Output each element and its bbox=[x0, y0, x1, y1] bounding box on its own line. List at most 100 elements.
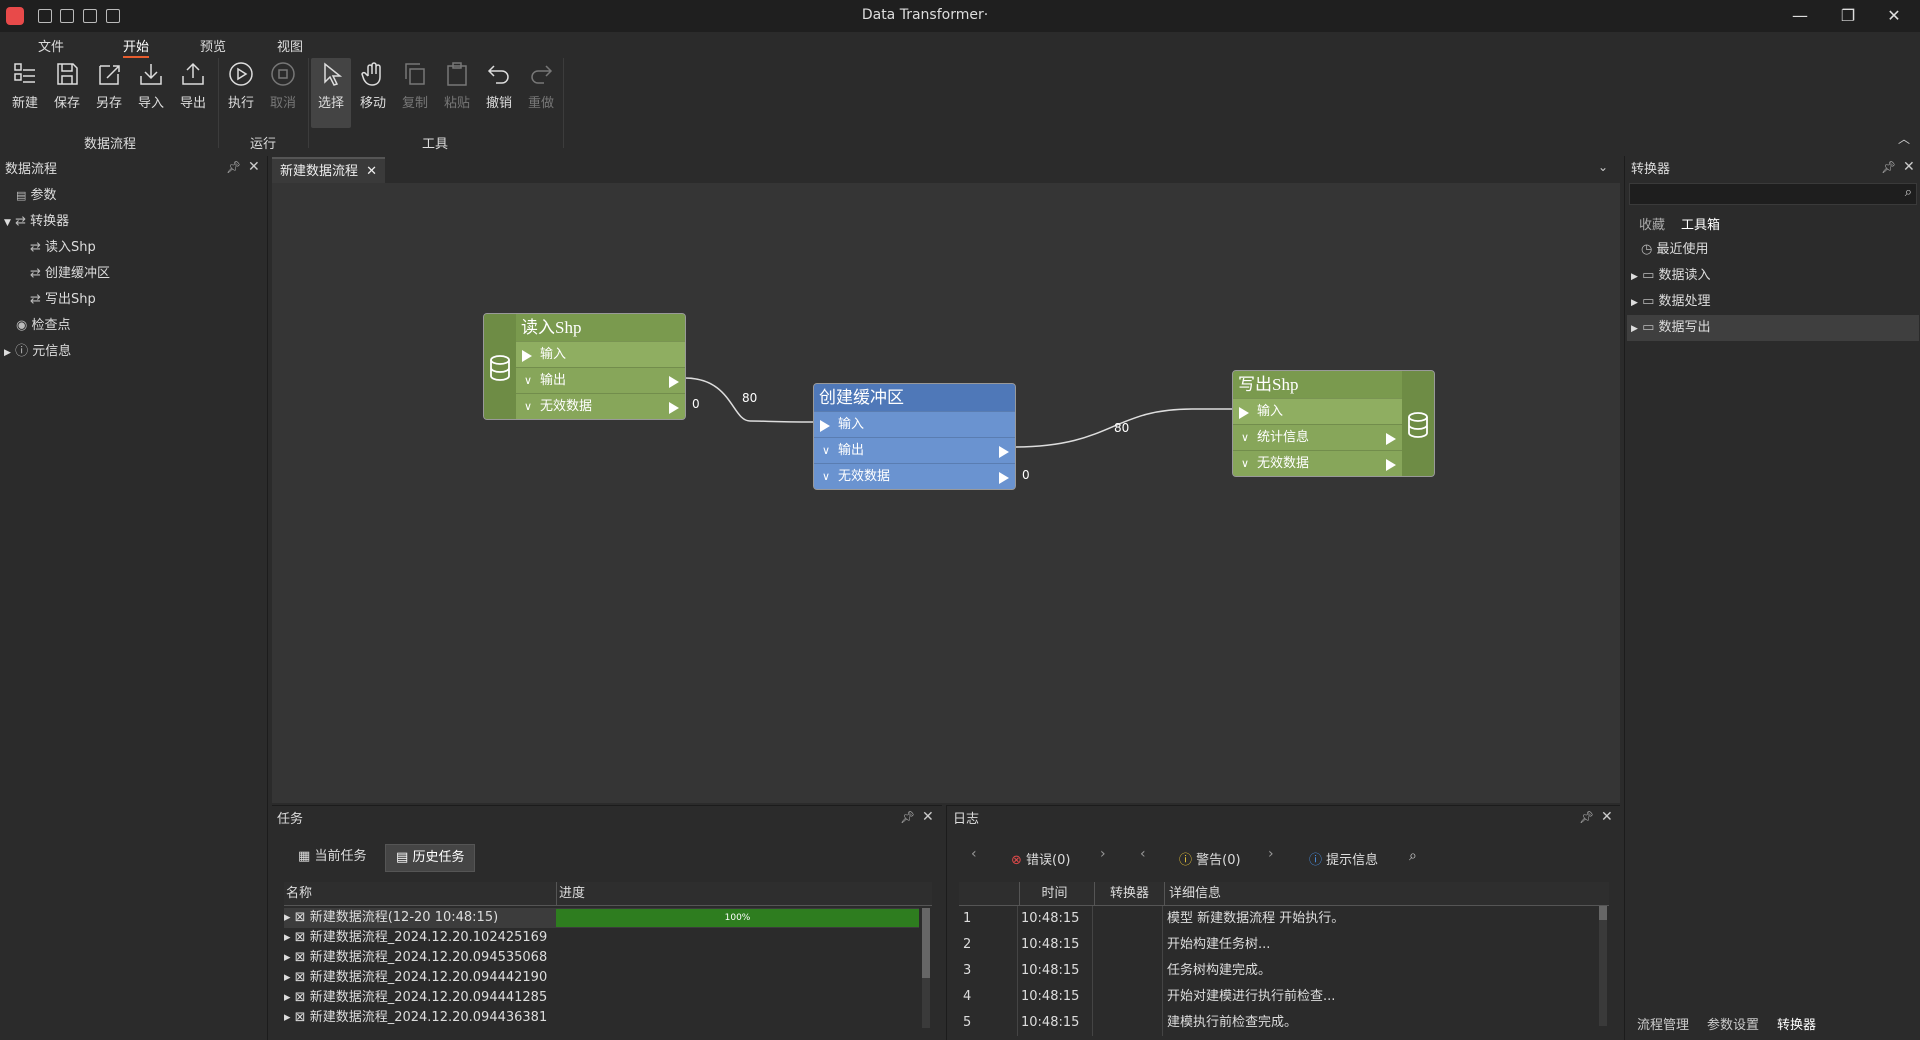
expand-icon[interactable]: ▸ bbox=[284, 990, 291, 1005]
tab-current-task[interactable]: ▦ 当前任务 bbox=[290, 844, 374, 870]
node-read-shp[interactable]: 读入Shp 输入 ∨ 输出 ∨ 无效数据 bbox=[483, 313, 686, 420]
tree-item-buffer[interactable]: ⇄ 创建缓冲区 bbox=[30, 261, 110, 287]
port-statistics[interactable]: ∨ 统计信息 bbox=[1233, 424, 1402, 450]
expand-icon[interactable]: ▶ bbox=[4, 348, 11, 358]
tree-item-metainfo[interactable]: ▶ ⓘ 元信息 bbox=[4, 339, 71, 365]
tab-favorites[interactable]: 收藏 bbox=[1639, 214, 1665, 233]
copy-button[interactable]: 复制 bbox=[395, 58, 435, 128]
expand-icon[interactable]: ▸ bbox=[284, 910, 291, 925]
execute-button[interactable]: 执行 bbox=[221, 58, 261, 128]
expand-icon[interactable]: ▸ bbox=[284, 1010, 291, 1025]
import-button[interactable]: 导入 bbox=[131, 58, 171, 128]
search-input[interactable] bbox=[1630, 184, 1890, 204]
tab-new-dataflow[interactable]: 新建数据流程 ✕ bbox=[272, 157, 386, 183]
search-box[interactable]: ⌕ bbox=[1629, 183, 1917, 205]
search-icon[interactable]: ⌕ bbox=[1905, 185, 1912, 200]
tab-history-task[interactable]: ▤ 历史任务 bbox=[385, 844, 476, 872]
prev-error-icon[interactable]: ‹ bbox=[971, 846, 977, 862]
undo-button[interactable]: 撤销 bbox=[479, 58, 519, 128]
table-row[interactable]: 3 10:48:15 任务树构建完成。 bbox=[959, 958, 1597, 984]
port-output[interactable]: ∨ 输出 bbox=[516, 367, 685, 393]
tab-param-settings[interactable]: 参数设置 bbox=[1707, 1014, 1759, 1033]
pin-icon[interactable]: 📌︎ bbox=[1881, 160, 1896, 174]
table-row[interactable]: ▸ ⊠ 新建数据流程_2024.12.20.094442190 bbox=[284, 968, 919, 988]
close-icon[interactable]: ✕ bbox=[1601, 809, 1613, 825]
close-icon[interactable]: ✕ bbox=[1903, 159, 1915, 175]
prev-warning-icon[interactable]: ‹ bbox=[1140, 846, 1146, 862]
error-icon: ⊗ bbox=[1011, 853, 1022, 868]
collapse-ribbon-icon[interactable]: ︿ bbox=[1898, 130, 1910, 147]
close-tab-icon[interactable]: ✕ bbox=[366, 164, 377, 179]
toolbox-item-process[interactable]: ▶ ▭ 数据处理 bbox=[1631, 289, 1711, 315]
port-invalid[interactable]: ∨ 无效数据 bbox=[516, 393, 685, 419]
menu-preview[interactable]: 预览 bbox=[200, 36, 226, 55]
table-row[interactable]: 5 10:48:15 建模执行前检查完成。 bbox=[959, 1010, 1597, 1036]
port-invalid[interactable]: ∨ 无效数据 bbox=[814, 463, 1015, 489]
search-icon[interactable]: ⌕ bbox=[1409, 848, 1417, 864]
cancel-button[interactable]: 取消 bbox=[263, 58, 303, 128]
tree-item-read-shp[interactable]: ⇄ 读入Shp bbox=[30, 235, 96, 261]
flow-canvas[interactable]: 80 80 读入Shp 输入 ∨ 输出 ∨ 无效数据 0 创建缓冲区 输入 ∨ 输出 … bbox=[272, 183, 1620, 803]
close-icon[interactable]: ✕ bbox=[922, 809, 934, 825]
tree-item-params[interactable]: ▤ 参数 bbox=[16, 183, 57, 209]
select-button[interactable]: 选择 bbox=[311, 58, 351, 128]
table-row[interactable]: 2 10:48:15 开始构建任务树... bbox=[959, 932, 1597, 958]
export-button[interactable]: 导出 bbox=[173, 58, 213, 128]
port-invalid[interactable]: ∨ 无效数据 bbox=[1233, 450, 1402, 476]
pin-icon[interactable]: 📌︎ bbox=[900, 810, 915, 824]
menu-view[interactable]: 视图 bbox=[277, 36, 303, 55]
port-input[interactable]: 输入 bbox=[814, 411, 1015, 437]
restore-icon[interactable]: ❐ bbox=[1826, 4, 1870, 28]
tree-item-converters[interactable]: ▼ ⇄ 转换器 bbox=[4, 209, 69, 235]
error-filter[interactable]: ⊗ 错误(0) bbox=[1011, 849, 1070, 868]
pin-icon[interactable]: 📌︎ bbox=[226, 160, 241, 174]
tab-dropdown-icon[interactable]: ⌄ bbox=[1598, 160, 1608, 174]
toolbox-item-write[interactable]: ▶ ▭ 数据写出 bbox=[1627, 315, 1919, 341]
save-as-button[interactable]: 另存 bbox=[89, 58, 129, 128]
table-row[interactable]: ▸ ⊠ 新建数据流程_2024.12.20.094535068 bbox=[284, 948, 919, 968]
table-row[interactable]: ▸ ⊠ 新建数据流程_2024.12.20.102425169 bbox=[284, 928, 919, 948]
redo-button[interactable]: 重做 bbox=[521, 58, 561, 128]
expand-icon[interactable]: ▸ bbox=[284, 950, 291, 965]
database-icon bbox=[484, 314, 516, 419]
new-button[interactable]: 新建 bbox=[5, 58, 45, 128]
minimize-icon[interactable]: — bbox=[1778, 4, 1822, 28]
node-buffer[interactable]: 创建缓冲区 输入 ∨ 输出 ∨ 无效数据 bbox=[813, 383, 1016, 490]
tab-toolbox[interactable]: 工具箱 bbox=[1681, 214, 1720, 233]
toolbox-item-read[interactable]: ▶ ▭ 数据读入 bbox=[1631, 263, 1711, 289]
close-icon[interactable]: ✕ bbox=[1872, 4, 1916, 28]
table-row[interactable]: ▸ ⊠ 新建数据流程_2024.12.20.094441285 bbox=[284, 988, 919, 1008]
expand-icon[interactable]: ▶ bbox=[1631, 272, 1638, 282]
port-output[interactable]: ∨ 输出 bbox=[814, 437, 1015, 463]
expand-icon[interactable]: ▶ bbox=[1631, 298, 1638, 308]
tree-item-checkpoint[interactable]: ◉ 检查点 bbox=[16, 313, 71, 339]
close-icon[interactable]: ✕ bbox=[248, 159, 260, 175]
table-row[interactable]: ▸ ⊠ 新建数据流程(12-20 10:48:15) 100% bbox=[284, 908, 919, 928]
warning-filter[interactable]: ⓘ 警告(0) bbox=[1179, 849, 1241, 868]
menu-file[interactable]: 文件 bbox=[38, 36, 64, 55]
toolbox-item-recent[interactable]: ◷ 最近使用 bbox=[1641, 237, 1709, 263]
move-button[interactable]: 移动 bbox=[353, 58, 393, 128]
menu-start[interactable]: 开始 bbox=[123, 36, 150, 58]
scrollbar[interactable] bbox=[922, 908, 930, 1028]
next-error-icon[interactable]: › bbox=[1100, 846, 1106, 862]
expand-icon[interactable]: ▸ bbox=[284, 930, 291, 945]
expand-icon[interactable]: ▶ bbox=[1631, 324, 1638, 334]
table-row[interactable]: 1 10:48:15 模型 新建数据流程 开始执行。 bbox=[959, 906, 1597, 932]
expand-icon[interactable]: ▼ bbox=[4, 218, 11, 228]
tab-flow-management[interactable]: 流程管理 bbox=[1637, 1014, 1689, 1033]
port-input[interactable]: 输入 bbox=[1233, 398, 1402, 424]
scrollbar[interactable] bbox=[1599, 906, 1607, 1026]
tab-converters[interactable]: 转换器 bbox=[1777, 1014, 1816, 1033]
node-write-shp[interactable]: 写出Shp 输入 ∨ 统计信息 ∨ 无效数据 bbox=[1232, 370, 1435, 477]
table-row[interactable]: ▸ ⊠ 新建数据流程_2024.12.20.094436381 bbox=[284, 1008, 919, 1028]
next-warning-icon[interactable]: › bbox=[1268, 846, 1274, 862]
pin-icon[interactable]: 📌︎ bbox=[1579, 810, 1594, 824]
paste-button[interactable]: 粘贴 bbox=[437, 58, 477, 128]
table-row[interactable]: 4 10:48:15 开始对建模进行执行前检查... bbox=[959, 984, 1597, 1010]
port-input[interactable]: 输入 bbox=[516, 341, 685, 367]
save-button[interactable]: 保存 bbox=[47, 58, 87, 128]
info-filter[interactable]: ⓘ 提示信息 bbox=[1309, 849, 1378, 868]
expand-icon[interactable]: ▸ bbox=[284, 970, 291, 985]
tree-item-write-shp[interactable]: ⇄ 写出Shp bbox=[30, 287, 96, 313]
